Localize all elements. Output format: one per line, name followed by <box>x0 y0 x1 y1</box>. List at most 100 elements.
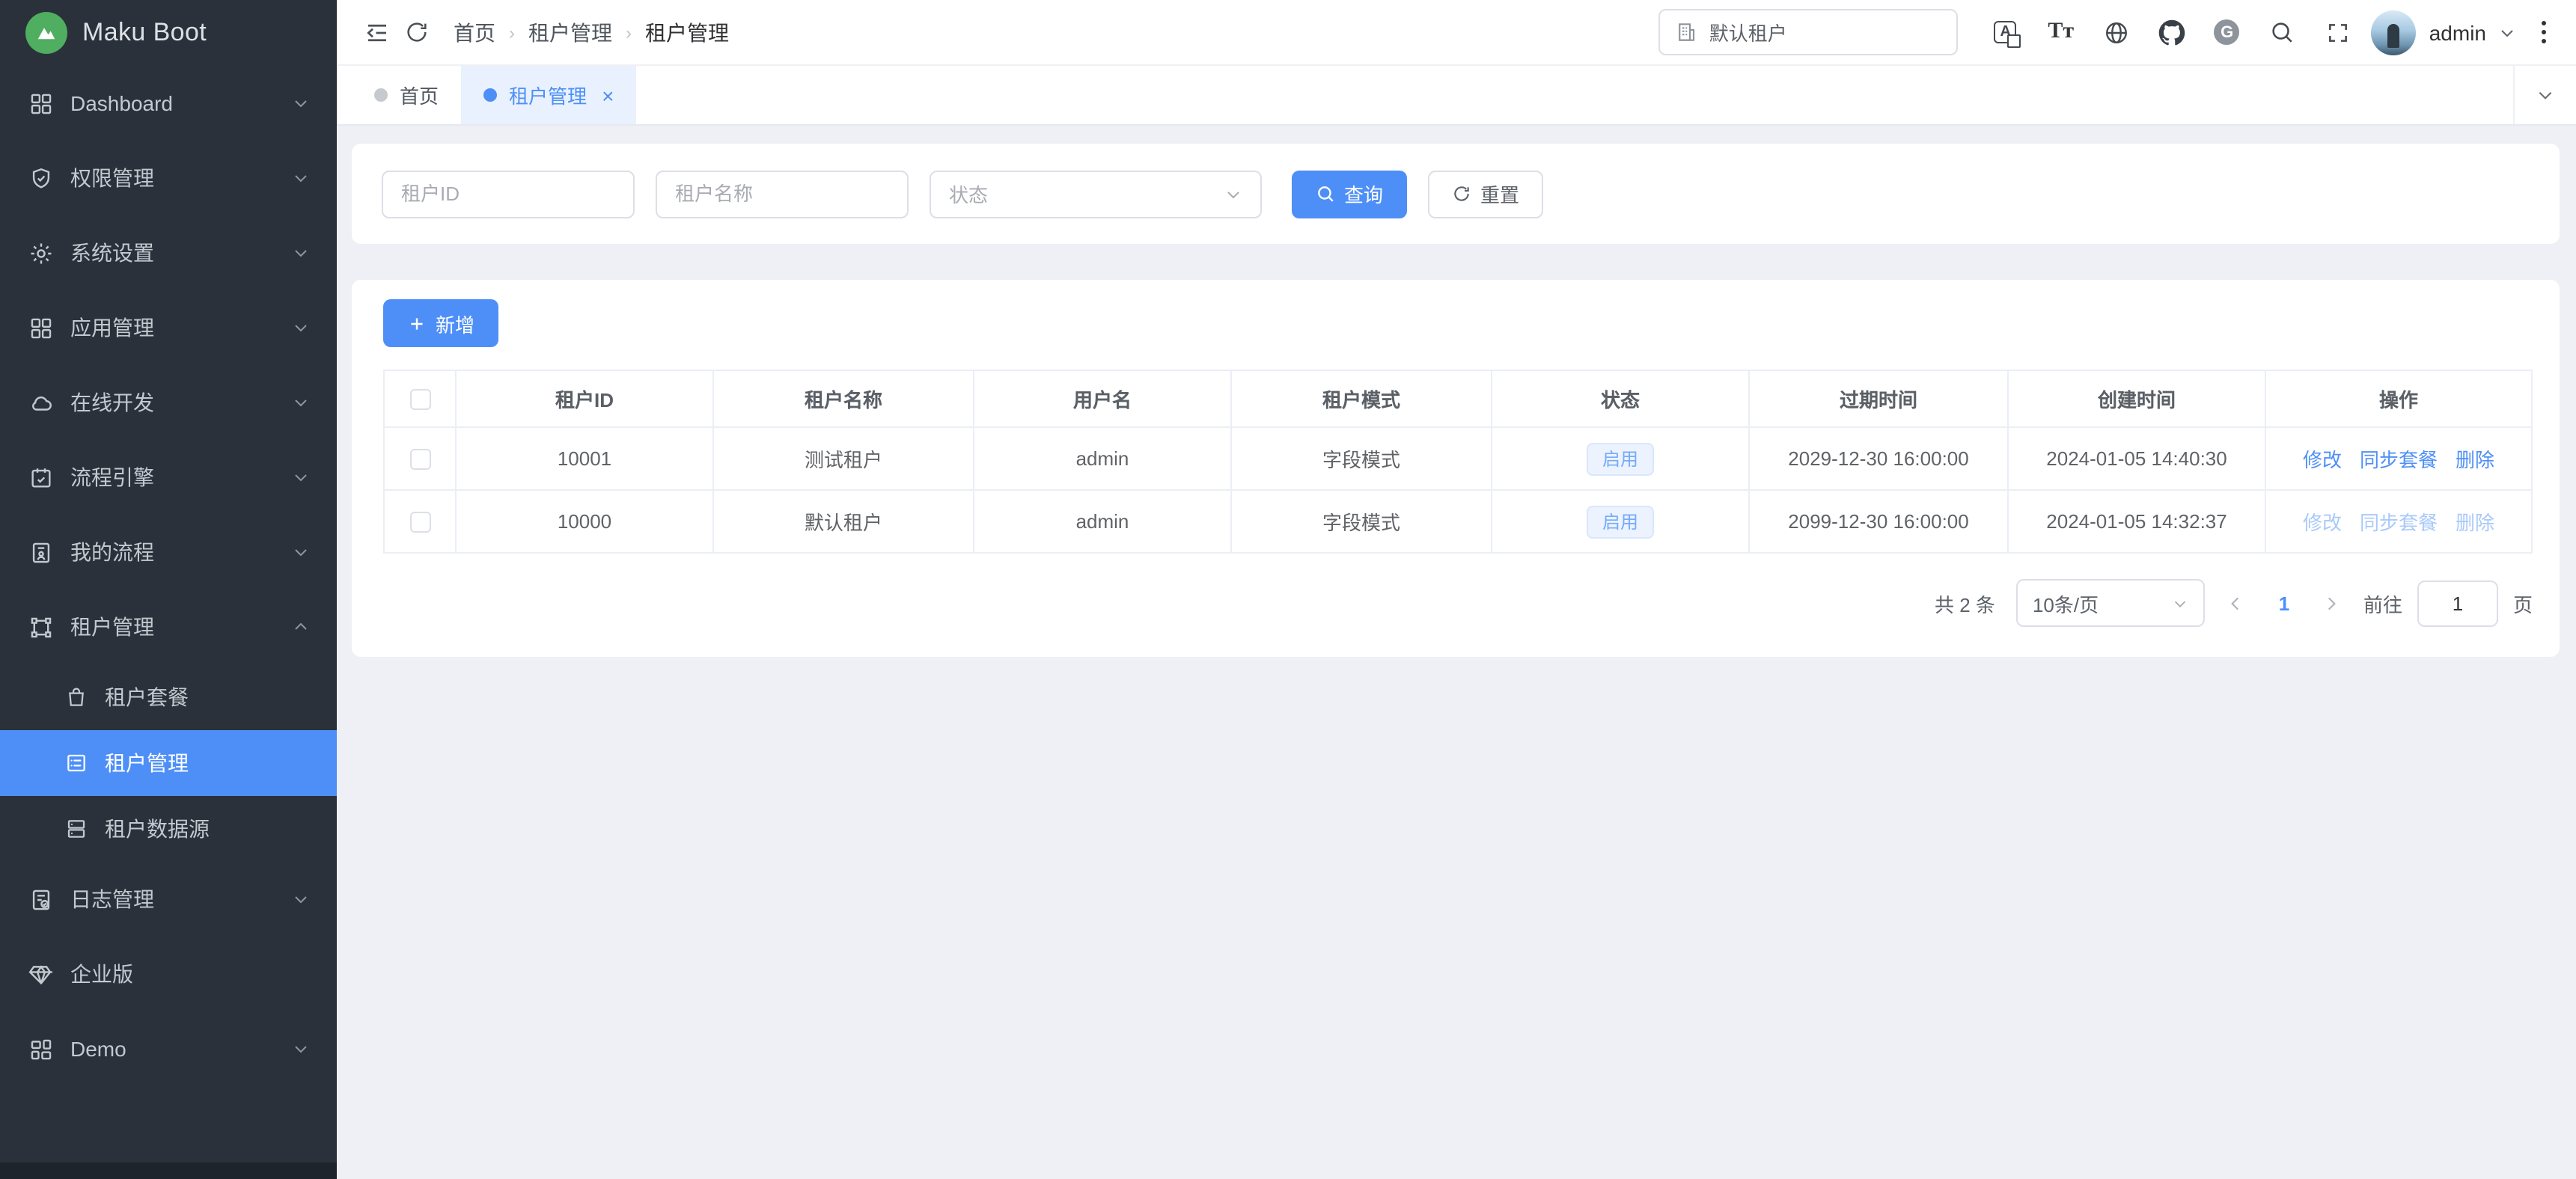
goto-label: 前往 <box>2363 589 2402 617</box>
sidebar-item-tenant-management[interactable]: 租户管理 <box>0 590 337 664</box>
cell-status: 启用 <box>1492 427 1749 490</box>
grid-icon <box>28 91 54 116</box>
user-avatar[interactable] <box>2371 10 2416 55</box>
calendar-check-icon <box>28 465 54 490</box>
col-tenant-id: 租户ID <box>456 370 713 427</box>
cell-status: 启用 <box>1492 490 1749 553</box>
tenant-name-input[interactable] <box>656 170 909 218</box>
username-label[interactable]: admin <box>2429 20 2486 44</box>
sidebar-item-permissions[interactable]: 权限管理 <box>0 141 337 215</box>
status-select[interactable]: 状态 <box>930 170 1262 218</box>
search-icon[interactable] <box>2260 10 2305 55</box>
user-menu-chevron-icon[interactable] <box>2498 23 2516 41</box>
apps-icon <box>28 315 54 340</box>
cloud-icon <box>28 390 54 415</box>
diamond-icon <box>28 961 54 987</box>
page-number[interactable]: 1 <box>2268 592 2301 614</box>
github-icon[interactable] <box>2149 10 2194 55</box>
fullscreen-icon[interactable] <box>2316 10 2360 55</box>
tenant-id-input[interactable] <box>382 170 635 218</box>
sidebar-subitem-tenant-datasource[interactable]: 租户数据源 <box>0 796 337 862</box>
delete-link[interactable]: 删除 <box>2456 449 2494 471</box>
chevron-down-icon <box>292 543 310 561</box>
delete-link[interactable]: 删除 <box>2456 512 2494 534</box>
sidebar-item-demo[interactable]: Demo <box>0 1011 337 1086</box>
sidebar-item-system-settings[interactable]: 系统设置 <box>0 215 337 290</box>
tab-dot-icon <box>374 88 388 102</box>
goto-page-input[interactable] <box>2417 580 2498 626</box>
prev-page-icon[interactable] <box>2220 581 2253 625</box>
demo-grid-icon <box>28 1036 54 1062</box>
sidebar-item-app-management[interactable]: 应用管理 <box>0 290 337 365</box>
app-title: Maku Boot <box>82 18 207 48</box>
edit-link[interactable]: 修改 <box>2303 512 2342 534</box>
breadcrumb-home[interactable]: 首页 <box>454 17 495 47</box>
cell-tenant-name: 默认租户 <box>713 490 974 553</box>
chevron-down-icon <box>292 169 310 187</box>
chevron-down-icon <box>292 890 310 908</box>
cell-tenant-id: 10001 <box>456 427 713 490</box>
next-page-icon[interactable] <box>2316 581 2348 625</box>
breadcrumb-separator-icon: › <box>626 22 632 43</box>
shield-check-icon <box>28 165 54 191</box>
add-button[interactable]: 新增 <box>383 299 498 347</box>
font-size-icon[interactable]: Tᴛ <box>2039 10 2084 55</box>
chevron-up-icon <box>292 618 310 636</box>
status-badge: 启用 <box>1587 505 1653 538</box>
tab-tenant-management[interactable]: 租户管理 × <box>461 66 636 124</box>
col-username: 用户名 <box>974 370 1231 427</box>
sidebar-item-dashboard[interactable]: Dashboard <box>0 66 337 141</box>
table-row: 10001 测试租户 admin 字段模式 启用 2029-12-30 16:0… <box>384 427 2532 490</box>
translate-icon[interactable]: A <box>1983 10 2028 55</box>
total-count-label: 共 2 条 <box>1935 589 1995 617</box>
sidebar-item-my-workflow[interactable]: 我的流程 <box>0 515 337 590</box>
select-all-checkbox[interactable] <box>409 390 430 411</box>
tab-close-icon[interactable]: × <box>602 85 614 105</box>
app-logo: Maku Boot <box>0 0 337 66</box>
cell-tenant-id: 10000 <box>456 490 713 553</box>
tenant-table: 租户ID 租户名称 用户名 租户模式 状态 过期时间 创建时间 操作 <box>383 370 2533 554</box>
server-icon <box>64 817 88 841</box>
cell-username: admin <box>974 427 1231 490</box>
chevron-down-icon <box>292 468 310 486</box>
collapse-sidebar-icon[interactable] <box>358 13 397 52</box>
tab-list-dropdown-icon[interactable] <box>2513 66 2576 124</box>
sidebar-item-log-management[interactable]: 日志管理 <box>0 862 337 937</box>
cell-mode: 字段模式 <box>1231 427 1492 490</box>
chevron-down-icon <box>2172 595 2188 611</box>
cell-actions: 修改同步套餐删除 <box>2265 427 2532 490</box>
page-size-select[interactable]: 10条/页 <box>2016 579 2205 627</box>
sync-package-link[interactable]: 同步套餐 <box>2360 512 2438 534</box>
plus-icon <box>407 313 427 333</box>
col-expire-time: 过期时间 <box>1749 370 2008 427</box>
sync-package-link[interactable]: 同步套餐 <box>2360 449 2438 471</box>
cell-create-time: 2024-01-05 14:40:30 <box>2008 427 2265 490</box>
sidebar-subitem-tenant-management[interactable]: 租户管理 <box>0 730 337 796</box>
cell-expire-time: 2099-12-30 16:00:00 <box>1749 490 2008 553</box>
row-checkbox[interactable] <box>409 450 430 471</box>
app-window: Maku Boot Dashboard 权限管理 系统设置 应用管理 <box>0 0 2576 1179</box>
col-actions: 操作 <box>2265 370 2532 427</box>
col-tenant-name: 租户名称 <box>713 370 974 427</box>
tenant-select[interactable]: 默认租户 <box>1658 9 1958 55</box>
breadcrumb-tenant[interactable]: 租户管理 <box>528 17 612 47</box>
cell-create-time: 2024-01-05 14:32:37 <box>2008 490 2265 553</box>
sidebar-menu: Dashboard 权限管理 系统设置 应用管理 在线开发 <box>0 66 337 1086</box>
edit-link[interactable]: 修改 <box>2303 449 2342 471</box>
tab-bar: 首页 租户管理 × <box>337 66 2576 126</box>
reset-button[interactable]: 重置 <box>1428 170 1543 218</box>
tab-home[interactable]: 首页 <box>352 66 461 124</box>
more-menu-icon[interactable] <box>2533 15 2555 49</box>
cell-expire-time: 2029-12-30 16:00:00 <box>1749 427 2008 490</box>
sidebar-item-workflow-engine[interactable]: 流程引擎 <box>0 440 337 515</box>
sidebar-item-online-dev[interactable]: 在线开发 <box>0 365 337 440</box>
building-icon <box>1675 21 1697 43</box>
tenant-frame-icon <box>28 614 54 640</box>
search-button[interactable]: 查询 <box>1292 170 1407 218</box>
sidebar-item-enterprise[interactable]: 企业版 <box>0 937 337 1011</box>
globe-icon[interactable] <box>2094 10 2139 55</box>
sidebar-subitem-tenant-package[interactable]: 租户套餐 <box>0 664 337 730</box>
refresh-icon[interactable] <box>397 13 436 52</box>
gitee-icon[interactable]: G <box>2205 10 2250 55</box>
row-checkbox[interactable] <box>409 512 430 533</box>
